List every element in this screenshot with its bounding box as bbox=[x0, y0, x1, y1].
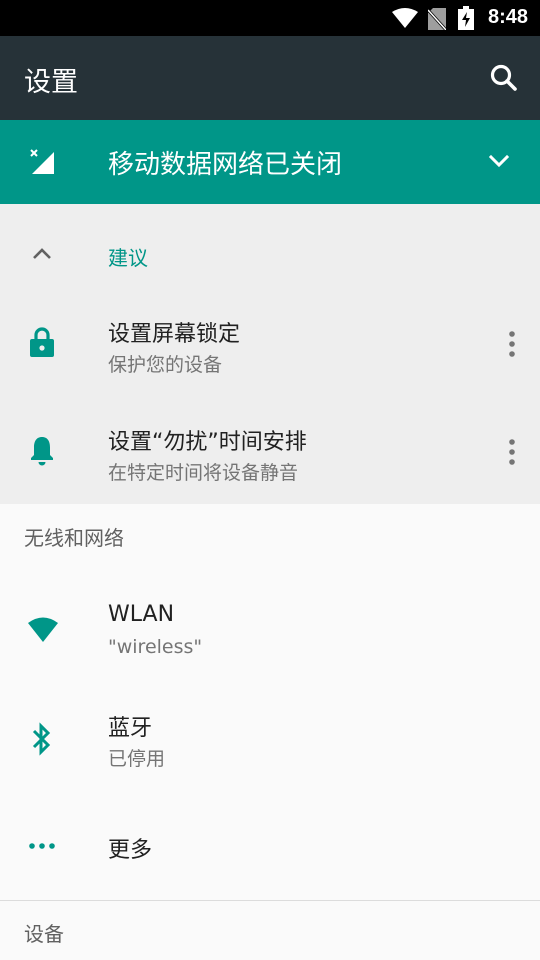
search-button[interactable] bbox=[482, 56, 526, 100]
suggestion-dnd-schedule[interactable]: 设置“勿扰”时间安排 在特定时间将设备静音 bbox=[0, 412, 540, 512]
suggestion-title: 设置“勿扰”时间安排 bbox=[108, 430, 307, 455]
section-header-device: 设备 bbox=[24, 922, 64, 946]
no-sim-icon bbox=[428, 8, 446, 30]
section-header-wireless: 无线和网络 bbox=[24, 526, 124, 550]
battery-charging-icon bbox=[458, 6, 474, 30]
signal-off-icon bbox=[30, 149, 54, 174]
settings-item-wlan[interactable]: WLAN "wireless" bbox=[0, 580, 540, 688]
chevron-down-icon[interactable] bbox=[484, 146, 514, 176]
bell-icon bbox=[31, 437, 53, 466]
settings-item-more[interactable]: 更多 bbox=[0, 800, 540, 896]
suggestion-subtitle: 在特定时间将设备静音 bbox=[108, 462, 299, 484]
wifi-icon bbox=[28, 617, 58, 642]
suggestions-header[interactable]: 建议 bbox=[0, 204, 540, 304]
suggestions-title: 建议 bbox=[108, 246, 148, 270]
section-divider bbox=[0, 900, 540, 901]
more-vert-icon[interactable] bbox=[506, 330, 518, 358]
app-bar: 设置 bbox=[0, 36, 540, 120]
settings-item-subtitle: 已停用 bbox=[108, 748, 166, 770]
more-horiz-icon bbox=[29, 843, 55, 849]
mobile-data-banner[interactable]: 移动数据网络已关闭 bbox=[0, 120, 540, 204]
settings-item-title: 蓝牙 bbox=[108, 716, 153, 741]
suggestions-panel: 建议 设置屏幕锁定 保护您的设备 设置“勿扰”时间安排 在特定时间将设备静音 bbox=[0, 204, 540, 504]
settings-item-title: WLAN bbox=[108, 602, 175, 627]
bluetooth-icon bbox=[32, 722, 51, 756]
search-icon bbox=[490, 64, 517, 91]
settings-item-title: 更多 bbox=[108, 838, 153, 863]
suggestion-title: 设置屏幕锁定 bbox=[108, 322, 241, 347]
status-time: 8:48 bbox=[487, 6, 528, 28]
suggestion-screen-lock[interactable]: 设置屏幕锁定 保护您的设备 bbox=[0, 304, 540, 404]
suggestion-subtitle: 保护您的设备 bbox=[108, 354, 223, 376]
chevron-up-icon bbox=[33, 248, 51, 259]
lock-icon bbox=[30, 327, 54, 357]
banner-label: 移动数据网络已关闭 bbox=[108, 150, 343, 180]
more-vert-icon[interactable] bbox=[506, 438, 518, 466]
wifi-status-icon bbox=[392, 8, 418, 28]
status-bar: 8:48 bbox=[0, 0, 540, 36]
settings-item-bluetooth[interactable]: 蓝牙 已停用 bbox=[0, 690, 540, 798]
settings-item-subtitle: "wireless" bbox=[108, 636, 203, 658]
page-title: 设置 bbox=[24, 67, 78, 98]
